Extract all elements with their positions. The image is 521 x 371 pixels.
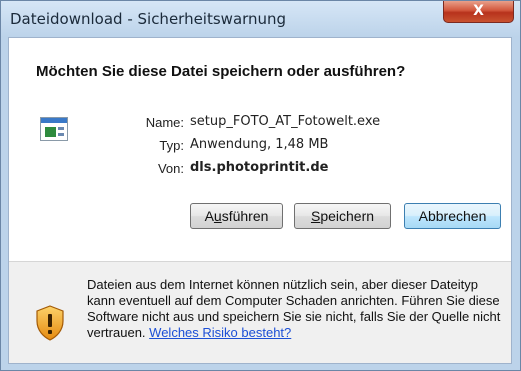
save-button-accelerator: S <box>310 208 321 224</box>
cancel-button-label: Abbrechen <box>418 208 487 224</box>
file-source-value: dls.photoprintit.de <box>190 160 329 175</box>
type-label: Typ: <box>159 138 184 153</box>
run-button-label-part: A <box>204 208 214 224</box>
file-name-value: setup_FOTO_AT_Fotowelt.exe <box>190 114 381 129</box>
title-bar[interactable]: Dateidownload - Sicherheitswarnung X <box>1 1 520 37</box>
security-warning-text: Dateien aus dem Internet können nützlich… <box>87 277 505 341</box>
dialog-content: Möchten Sie diese Datei speichern oder a… <box>8 37 512 364</box>
run-button-accelerator: u <box>213 208 222 224</box>
window-title: Dateidownload - Sicherheitswarnung <box>10 10 287 28</box>
save-button-label-rest: peichern <box>320 208 375 224</box>
close-button[interactable]: X <box>443 1 514 23</box>
name-label: Name: <box>145 115 184 130</box>
file-type-value: Anwendung, 1,48 MB <box>190 137 329 152</box>
security-shield-warning-icon <box>36 305 64 341</box>
from-label: Von: <box>157 161 184 176</box>
run-button-label-rest: sführen <box>221 208 269 224</box>
run-button[interactable]: Ausführen <box>190 203 283 229</box>
risk-info-link[interactable]: Welches Risiko besteht? <box>149 325 291 340</box>
save-button[interactable]: Speichern <box>294 203 391 229</box>
application-file-icon <box>40 117 68 141</box>
close-icon: X <box>473 3 484 19</box>
cancel-button[interactable]: Abbrechen <box>404 203 501 229</box>
download-dialog-window: Dateidownload - Sicherheitswarnung X Möc… <box>0 0 521 371</box>
dialog-question: Möchten Sie diese Datei speichern oder a… <box>36 63 406 80</box>
security-warning-panel: Dateien aus dem Internet können nützlich… <box>9 262 511 363</box>
